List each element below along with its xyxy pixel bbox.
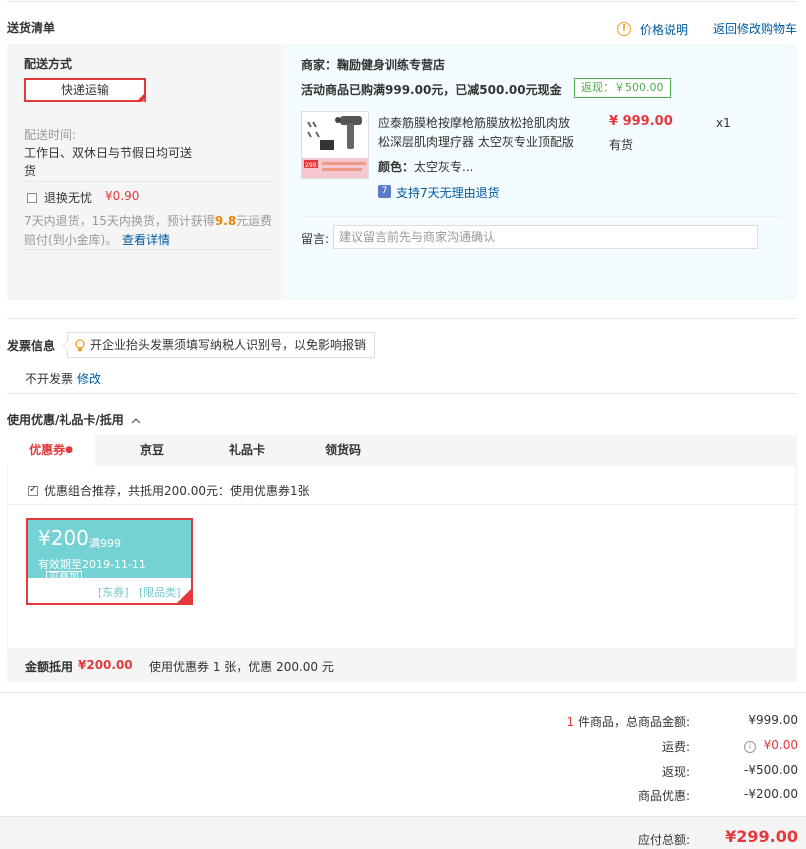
product-title-cont[interactable]: 松深层肌肉理疗器 太空灰专业顶配版 [378,133,574,150]
shop-name[interactable]: 商家：鞠励健身训练专营店 [301,56,445,73]
shipping-divider-2 [24,249,274,250]
coupon-summary-bar: 金额抵用 ¥200.00 使用优惠券 1 张，优惠 200.00 元 [7,649,797,682]
insure-checkbox[interactable] [27,190,37,204]
coupon-stack-badge: 可叠加 [46,571,82,585]
message-input[interactable]: 建议留言前先与商家沟通确认 [333,225,758,249]
coupon-amount: ¥200 [38,526,89,550]
coupon-card[interactable]: ¥200 满999 有效期至2019-11-11 可叠加 [东券] [限品类] [26,518,193,605]
tab-pickup-code[interactable]: 领货码 [307,435,379,466]
coupon-type-category: [限品类] [139,586,181,599]
coupon-threshold: 满999 [89,537,121,550]
product-qty: x1 [716,116,731,130]
payable-amount: ¥299.00 [725,827,798,846]
chevron-up-icon [131,418,141,424]
stock-status: 有货 [609,138,634,152]
delivery-time-value-cont: 货 [24,164,37,178]
tab-giftcard[interactable]: 礼品卡 [212,435,282,466]
recommend-divider [8,504,796,505]
coupon-card-top: ¥200 满999 有效期至2019-11-11 可叠加 [28,520,191,585]
back-cart-link[interactable]: 返回修改购物车 [713,20,797,37]
summary-amount: ¥200.00 [78,658,133,672]
tab-coupon-dot: ● [65,445,73,455]
shipping-panel: 配送方式 快递运输 配送时间: 工作日、双休日与节假日均可送 货 退换无忧 ¥0… [7,44,283,300]
insure-description: 7天内退货，15天内换货，预计获得9.8元运费 [24,214,273,228]
cashback-label: 返现: [661,765,690,779]
return-policy-link[interactable]: 支持7天无理由退货 [396,184,500,201]
product-price: ¥ 999.00 [609,114,673,129]
shipping-fee-label: 运费: [661,740,690,754]
invoice-divider [7,318,797,319]
shipping-divider [24,181,274,182]
selected-check-icon [136,92,146,112]
price-note-link[interactable]: 价格说明 [640,21,688,38]
express-shipping-button[interactable]: 快递运输 [24,78,146,112]
coupon-tabbar: 优惠券● 京豆 礼品卡 领货码 [7,435,797,466]
recommend-text: 优惠组合推荐，共抵用200.00元：使用优惠券1张 [44,484,310,498]
totals-divider [0,692,806,693]
coupon-valid-date: 有效期至2019-11-11 [38,558,146,571]
tab-coupon[interactable]: 优惠券● [7,435,95,466]
payable-label: 应付总额: [637,833,690,847]
shipping-method-label: 配送方式 [24,57,73,71]
invoice-tip: 开企业抬头发票须填写纳税人识别号，以免影响报销 [62,332,376,358]
invoice-title: 发票信息 [7,339,56,353]
shop-divider [301,216,781,217]
coupon-divider [7,393,797,394]
top-divider [7,1,797,2]
promo-text: 活动商品已购满999.00元，已减500.00元现金 [301,83,562,97]
delivery-time-value: 工作日、双休日与节假日均可送 [24,146,193,160]
insure-description-cont: 赔付(到小金库)。 [24,233,118,247]
shipping-fee-amount: ¥0.00 [763,738,798,752]
insure-price: ¥0.90 [105,189,140,203]
product-title[interactable]: 应泰筋膜枪按摩枪筋膜放松抢肌肉放 [378,114,570,131]
price-note-icon: ! [617,20,631,36]
coupon-selected-check-icon [177,589,191,603]
goods-count-label: 1 件商品，总商品金额: [566,715,691,729]
color-value: 太空灰专... [414,160,474,174]
message-label: 留言: [301,232,330,246]
tab-jingdou[interactable]: 京豆 [119,435,185,466]
coupon-section-title[interactable]: 使用优惠/礼品卡/抵用 [7,411,141,428]
massage-gun-image: 299 [302,112,368,178]
payable-bar: 应付总额: ¥299.00 [0,816,806,849]
color-label: 颜色： [378,160,415,174]
coupon-type-dong: [东券] [98,586,129,599]
lightbulb-icon [75,339,85,351]
insure-detail-link[interactable]: 查看详情 [122,231,170,248]
invoice-edit-link[interactable]: 修改 [77,370,101,387]
product-thumbnail[interactable]: 299 [301,111,369,179]
delivery-time-label: 配送时间: [24,128,77,142]
goods-count: 1 [566,715,575,729]
invoice-value: 不开发票 [25,372,74,386]
discount-amount: -¥200.00 [744,787,798,801]
recommend-checkbox[interactable] [28,483,38,497]
cashback-badge: 返现：￥500.00 [574,78,671,98]
thumb-price-tag: 299 [305,162,317,169]
discount-label: 商品优惠: [637,789,690,803]
goods-amount: ¥999.00 [748,713,798,727]
cashback-amount: -¥500.00 [744,763,798,777]
invoice-tip-text: 开企业抬头发票须填写纳税人识别号，以免影响报销 [90,338,367,352]
shipping-info-icon[interactable]: i [744,739,756,753]
page-title: 送货清单 [7,21,56,35]
express-shipping-label: 快递运输 [60,83,109,97]
insure-label: 退换无忧 [44,191,93,205]
return-policy-icon: 7 [378,184,391,198]
summary-description: 使用优惠券 1 张，优惠 200.00 元 [149,660,334,674]
summary-label: 金额抵用 [25,660,74,674]
